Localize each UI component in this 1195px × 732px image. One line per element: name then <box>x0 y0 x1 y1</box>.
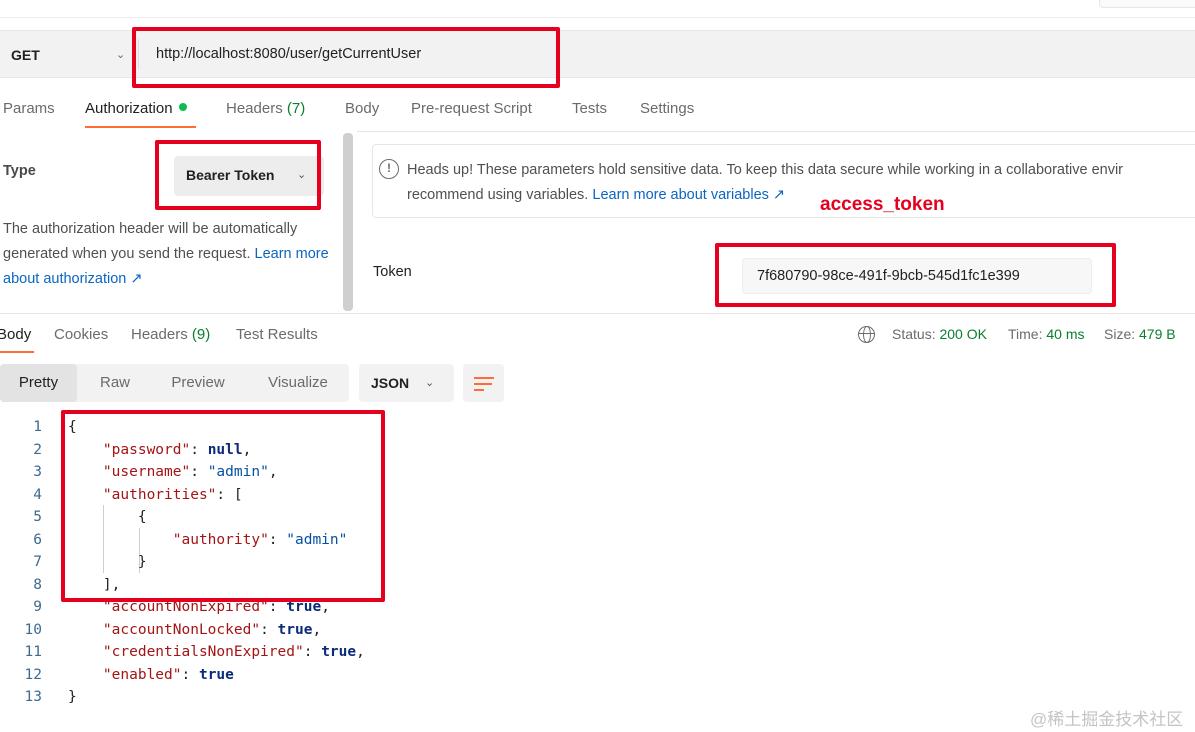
json-key: "accountNonLocked" <box>102 621 261 638</box>
access-token-annotation: access_token <box>820 194 945 215</box>
view-preview-button[interactable]: Preview <box>158 364 238 402</box>
tab-response-headers[interactable]: Headers (9) <box>131 326 210 343</box>
scrollbar[interactable] <box>343 133 353 311</box>
status-value: 200 OK <box>939 326 987 342</box>
code-text: "enabled": true <box>102 666 234 683</box>
info-icon: ! <box>379 159 399 179</box>
format-select[interactable]: JSON ⌄ <box>359 364 454 402</box>
json-value: true <box>198 666 234 683</box>
notice-line-1: Heads up! These parameters hold sensitiv… <box>407 162 1124 178</box>
notice-text: Heads up! These parameters hold sensitiv… <box>407 158 1123 208</box>
tab-cookies[interactable]: Cookies <box>54 326 108 343</box>
code-line: 10 "accountNonLocked": true, <box>0 622 600 645</box>
active-dot-icon <box>178 103 187 111</box>
view-mode-toolbar: Pretty Raw Preview Visualize <box>0 364 349 402</box>
top-pill <box>1099 0 1195 8</box>
time-label: Time: <box>1008 326 1043 342</box>
code-text: "accountNonLocked": true, <box>102 621 322 638</box>
view-raw-button[interactable]: Raw <box>85 364 145 402</box>
json-value: true <box>277 621 313 638</box>
response-time[interactable]: Time: 40 ms <box>1008 326 1085 342</box>
code-text: } <box>68 689 77 705</box>
request-tabs: Params Authorization Headers (7) Body Pr… <box>0 96 1195 128</box>
sensitive-data-notice: ! Heads up! These parameters hold sensit… <box>372 144 1195 218</box>
line-number: 11 <box>24 644 42 660</box>
auth-description-text: The authorization header will be automat… <box>3 221 298 262</box>
tab-headers[interactable]: Headers (7) <box>226 100 305 117</box>
wrap-icon-line <box>474 389 484 391</box>
url-highlight-box <box>132 27 560 88</box>
code-line: 11 "credentialsNonExpired": true, <box>0 644 600 667</box>
line-number: 2 <box>33 441 42 458</box>
globe-icon[interactable] <box>858 326 875 343</box>
json-value: true <box>321 644 357 660</box>
method-label: GET <box>11 47 40 63</box>
line-number: 4 <box>33 486 42 503</box>
size-label: Size: <box>1104 326 1136 342</box>
tab-params[interactable]: Params <box>3 100 55 117</box>
response-size[interactable]: Size: 479 B <box>1104 326 1176 342</box>
code-line: 13 } <box>0 689 600 712</box>
notice-line-2-text: recommend using variables. <box>407 187 589 203</box>
time-value: 40 ms <box>1046 326 1085 342</box>
tab-test-results[interactable]: Test Results <box>236 326 318 343</box>
chevron-down-icon: ⌄ <box>116 49 126 61</box>
line-number: 9 <box>33 599 42 615</box>
tab-response-body[interactable]: Body <box>0 326 31 343</box>
code-text: "credentialsNonExpired": true, <box>102 644 365 660</box>
auth-type-highlight-box <box>155 140 321 210</box>
tab-settings[interactable]: Settings <box>640 100 694 117</box>
watermark: @稀土掘金技术社区 <box>1030 710 1184 729</box>
response-highlight-box <box>61 410 385 602</box>
line-number: 13 <box>24 689 42 705</box>
wrap-lines-button[interactable] <box>463 364 504 402</box>
line-number: 6 <box>33 531 42 548</box>
learn-more-variables-link[interactable]: Learn more about variables ↗ <box>592 187 785 203</box>
size-value: 479 B <box>1139 326 1176 342</box>
json-brace: } <box>68 689 77 705</box>
token-label: Token <box>373 264 412 280</box>
json-key: "enabled" <box>102 666 182 683</box>
view-pretty-button[interactable]: Pretty <box>0 364 77 402</box>
line-number: 5 <box>33 509 42 525</box>
wrap-icon-line <box>474 377 494 379</box>
line-number: 1 <box>33 419 42 435</box>
status-label: Status: <box>892 326 936 342</box>
token-highlight-box <box>715 243 1116 307</box>
wrap-icon-line <box>474 383 492 385</box>
divider <box>357 131 1195 132</box>
view-visualize-button[interactable]: Visualize <box>254 364 342 402</box>
tab-authorization[interactable]: Authorization <box>85 100 187 117</box>
tab-response-headers-label: Headers <box>131 326 188 343</box>
notice-line-2: recommend using variables. Learn more ab… <box>407 183 1123 208</box>
json-key: "credentialsNonExpired" <box>102 644 304 660</box>
line-number: 10 <box>24 621 42 638</box>
tab-headers-label: Headers <box>226 100 283 117</box>
tab-prerequest-script[interactable]: Pre-request Script <box>411 100 532 117</box>
tab-tests[interactable]: Tests <box>572 100 607 117</box>
method-select[interactable]: GET ⌄ <box>0 31 136 77</box>
tab-response-headers-count: (9) <box>191 326 211 343</box>
chevron-down-icon: ⌄ <box>425 377 435 389</box>
auth-type-label: Type <box>3 163 36 179</box>
top-strip <box>0 0 1195 18</box>
divider <box>0 313 1195 314</box>
line-number: 12 <box>24 666 42 683</box>
line-number: 7 <box>33 554 42 570</box>
code-line: 9 "accountNonExpired": true, <box>0 599 600 622</box>
status[interactable]: Status: 200 OK <box>892 326 987 342</box>
active-tab-indicator <box>0 351 34 353</box>
tab-headers-count: (7) <box>286 100 306 117</box>
tab-body[interactable]: Body <box>345 100 379 117</box>
code-line: 12 "enabled": true <box>0 667 600 690</box>
auth-description: The authorization header will be automat… <box>3 217 338 292</box>
line-number: 8 <box>33 576 42 593</box>
tab-authorization-label: Authorization <box>85 100 173 117</box>
line-number: 3 <box>33 464 42 480</box>
active-tab-indicator <box>85 126 196 128</box>
format-value: JSON <box>371 375 410 391</box>
